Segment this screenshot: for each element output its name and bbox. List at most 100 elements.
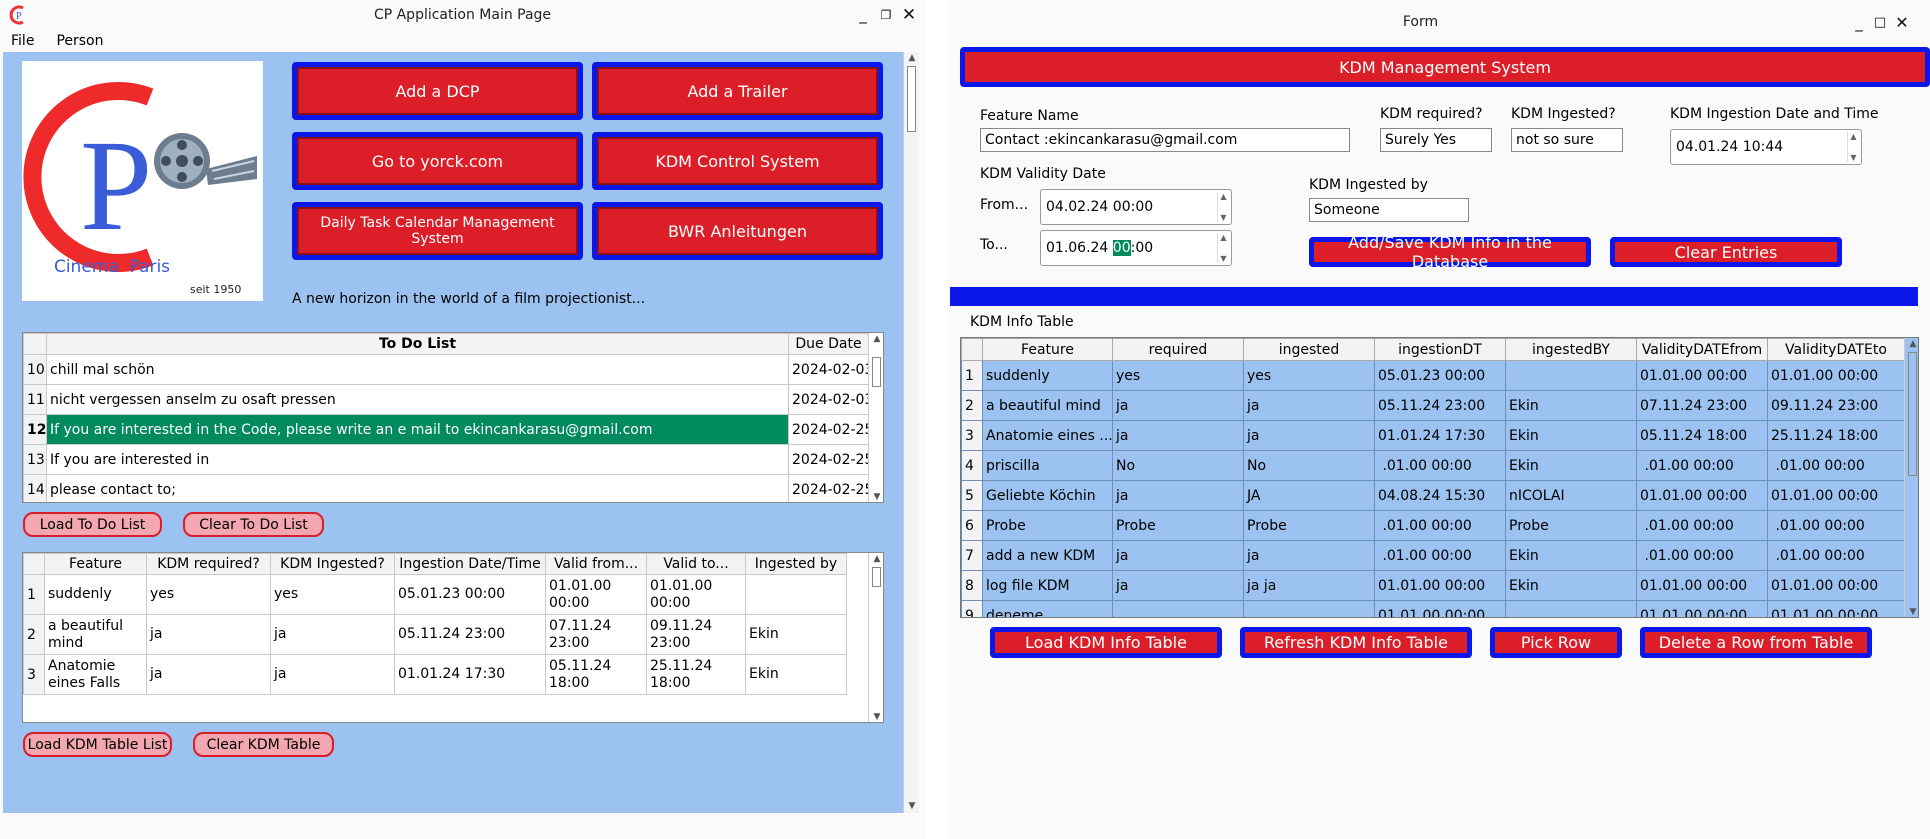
kdm-ingested-input[interactable]: not so sure <box>1511 128 1623 152</box>
info-cell[interactable]: deneme <box>982 600 1113 617</box>
kdm-list-row-number[interactable]: 3 <box>23 654 45 695</box>
info-cell[interactable]: 09.11.24 23:00 <box>1767 390 1905 421</box>
menu-person[interactable]: Person <box>45 30 114 52</box>
info-scroll-up-icon[interactable]: ▲ <box>1905 338 1918 350</box>
clear-entries-button[interactable]: Clear Entries <box>1610 237 1842 267</box>
ingestion-dt-input[interactable]: 04.01.24 10:44 ▲ ▼ <box>1670 129 1862 165</box>
info-cell[interactable]: .01.00 00:00 <box>1767 540 1905 571</box>
todo-scroll-thumb[interactable] <box>872 357 881 387</box>
info-cell[interactable]: ja <box>1112 570 1244 601</box>
info-header[interactable]: ValidityDATEfrom <box>1636 338 1768 361</box>
bwr-anleitungen-button[interactable]: BWR Anleitungen <box>592 202 883 260</box>
kdm-list-scroll-down-icon[interactable]: ▼ <box>869 711 883 722</box>
todo-due-cell[interactable]: 2024-02-25 <box>788 414 869 445</box>
info-cell[interactable]: 07.11.24 23:00 <box>1636 390 1768 421</box>
kdm-list-scroll-up-icon[interactable]: ▲ <box>869 553 883 565</box>
info-cell[interactable]: ja <box>1112 540 1244 571</box>
info-header[interactable]: ingested <box>1243 338 1375 361</box>
info-row[interactable]: 2a beautiful mind ja ja 05.11.24 23:00 Ekin 0… <box>961 390 1905 421</box>
kdm-list-header[interactable]: Feature <box>44 553 147 575</box>
info-scroll-down-icon[interactable]: ▼ <box>1905 606 1918 617</box>
info-row-number[interactable]: 6 <box>961 510 983 541</box>
menu-file[interactable]: File <box>0 30 45 52</box>
info-header[interactable]: ValidityDATEto <box>1767 338 1905 361</box>
info-cell[interactable]: 05.11.24 18:00 <box>1636 420 1768 451</box>
scroll-up-icon[interactable]: ▲ <box>904 52 920 64</box>
add-dcp-button[interactable]: Add a DCP <box>292 62 583 120</box>
kdm-list-cell[interactable]: suddenly <box>44 574 147 615</box>
info-cell[interactable]: ja <box>1243 390 1375 421</box>
info-cell[interactable]: Ekin <box>1505 390 1637 421</box>
todo-task-cell[interactable]: chill mal schön <box>46 354 789 385</box>
todo-header-task[interactable]: To Do List <box>46 333 789 355</box>
info-cell[interactable]: 04.08.24 15:30 <box>1374 480 1506 511</box>
todo-row-number[interactable]: 13 <box>23 444 47 475</box>
close-icon[interactable]: ✕ <box>899 2 919 28</box>
kdm-list-row[interactable]: 3 Anatomie eines Falls ja ja 01.01.24 17:30 0… <box>23 654 847 695</box>
info-cell[interactable]: .01.00 00:00 <box>1374 450 1506 481</box>
refresh-kdm-info-button[interactable]: Refresh KDM Info Table <box>1240 627 1472 658</box>
kdm-list-cell[interactable]: Anatomie eines Falls <box>44 654 147 695</box>
todo-scroll-down-icon[interactable]: ▼ <box>869 491 883 502</box>
info-cell[interactable] <box>1112 600 1244 617</box>
kdm-list-cell[interactable]: yes <box>270 574 395 615</box>
kdm-list-cell[interactable]: Ekin <box>745 654 847 695</box>
kdm-list-cell[interactable]: ja <box>146 614 271 655</box>
kdm-list-header[interactable]: Ingested by <box>745 553 847 575</box>
info-row[interactable]: 7 add a new KDM ja ja .01.00 00:00 Ekin .01.… <box>961 540 1905 571</box>
info-cell[interactable]: nICOLAI <box>1505 480 1637 511</box>
info-row-number[interactable]: 4 <box>961 450 983 481</box>
info-row[interactable]: 4 priscilla No No .01.00 00:00 Ekin .01.00 0… <box>961 450 1905 481</box>
info-cell[interactable]: yes <box>1112 360 1244 391</box>
info-cell[interactable]: 01.01.00 00:00 <box>1767 600 1905 617</box>
ingested-by-input[interactable]: Someone <box>1309 198 1469 222</box>
todo-row-number[interactable]: 10 <box>23 354 47 385</box>
info-header[interactable]: ingestionDT <box>1374 338 1506 361</box>
ingestion-dt-spinner-icon[interactable]: ▲ ▼ <box>1847 132 1859 162</box>
info-cell[interactable]: add a new KDM <box>982 540 1113 571</box>
kdm-list-cell[interactable]: 01.01.00 00:00 <box>646 574 746 615</box>
kdm-list-header[interactable]: KDM required? <box>146 553 271 575</box>
scroll-thumb[interactable] <box>907 66 916 132</box>
kdm-list-cell[interactable]: 25.11.24 18:00 <box>646 654 746 695</box>
form-minimize-icon[interactable]: _ <box>1849 10 1869 36</box>
kdm-list-header[interactable]: Valid from... <box>545 553 647 575</box>
kdm-list-cell[interactable]: 05.11.24 23:00 <box>394 614 546 655</box>
validity-to-spinner-icon[interactable]: ▲ ▼ <box>1217 233 1229 263</box>
form-close-icon[interactable]: ✕ <box>1892 10 1912 36</box>
info-row[interactable]: 5 Geliebte Köchin ja JA 04.08.24 15:30 nICOLA… <box>961 480 1905 511</box>
minimize-icon[interactable]: _ <box>853 2 873 28</box>
info-row[interactable]: 6 Probe Probe Probe .01.00 00:00 Probe .01.0… <box>961 510 1905 541</box>
todo-row[interactable]: 13 If you are interested in 2024-02-25 <box>23 444 869 475</box>
restore-icon[interactable]: ❐ <box>876 2 896 28</box>
todo-row-number[interactable]: 12 <box>23 414 47 445</box>
todo-task-cell[interactable]: nicht vergessen anselm zu osaft pressen <box>46 384 789 415</box>
info-cell[interactable]: 25.11.24 18:00 <box>1767 420 1905 451</box>
todo-header-due[interactable]: Due Date <box>788 333 869 355</box>
info-cell[interactable]: No <box>1243 450 1375 481</box>
todo-row-number[interactable]: 14 <box>23 474 47 502</box>
info-row-number[interactable]: 5 <box>961 480 983 511</box>
info-header[interactable]: Feature <box>982 338 1113 361</box>
info-cell[interactable]: 05.11.24 23:00 <box>1374 390 1506 421</box>
info-cell[interactable]: 01.01.24 17:30 <box>1374 420 1506 451</box>
info-row-number[interactable]: 1 <box>961 360 983 391</box>
info-scroll-thumb[interactable] <box>1908 352 1917 476</box>
kdm-list-cell[interactable]: 05.01.23 00:00 <box>394 574 546 615</box>
info-cell[interactable]: Probe <box>1505 510 1637 541</box>
kdm-list-cell[interactable]: yes <box>146 574 271 615</box>
scroll-down-icon[interactable]: ▼ <box>904 800 920 812</box>
kdm-list-cell[interactable]: 07.11.24 23:00 <box>545 614 647 655</box>
info-cell[interactable]: .01.00 00:00 <box>1636 510 1768 541</box>
info-cell[interactable]: Probe <box>1112 510 1244 541</box>
load-kdm-info-button[interactable]: Load KDM Info Table <box>990 627 1222 658</box>
kdm-required-input[interactable]: Surely Yes <box>1380 128 1492 152</box>
kdm-list-header[interactable]: Ingestion Date/Time <box>394 553 546 575</box>
info-cell[interactable]: Ekin <box>1505 570 1637 601</box>
info-cell[interactable]: 01.01.00 00:00 <box>1636 600 1768 617</box>
info-cell[interactable]: Probe <box>982 510 1113 541</box>
kdm-list-cell[interactable]: ja <box>270 654 395 695</box>
daily-task-calendar-button[interactable]: Daily Task Calendar Management System <box>292 202 583 260</box>
kdm-list-row-number[interactable]: 2 <box>23 614 45 655</box>
info-cell[interactable]: JA <box>1243 480 1375 511</box>
